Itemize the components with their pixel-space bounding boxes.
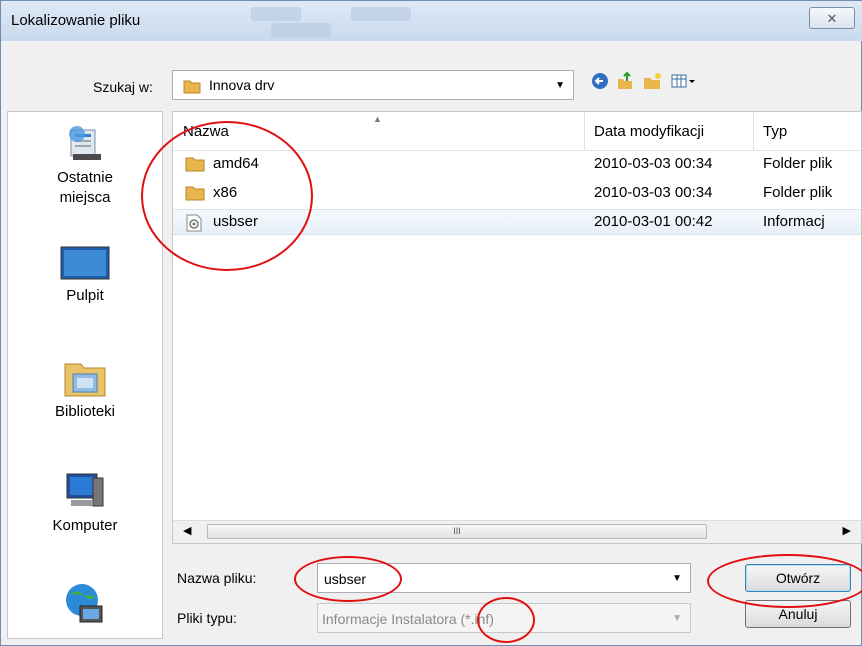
up-folder-button[interactable] — [614, 71, 636, 95]
open-file-dialog: Lokalizowanie pliku ✕ Szukaj w: Innova d… — [0, 0, 862, 646]
folder-icon — [185, 186, 205, 201]
filename-combo[interactable]: usbser ▼ — [317, 563, 691, 593]
place-computer[interactable]: Komputer — [8, 470, 162, 536]
cancel-button[interactable]: Anuluj — [745, 600, 851, 628]
horizontal-scrollbar[interactable]: ◀ III ▶ — [173, 520, 861, 543]
view-menu-button[interactable] — [669, 71, 699, 95]
file-date: 2010-03-01 00:42 — [594, 213, 713, 230]
background-ghost — [351, 7, 411, 21]
place-network[interactable] — [8, 582, 162, 630]
look-in-combo[interactable]: Innova drv ▼ — [172, 70, 574, 100]
dialog-title: Lokalizowanie pliku — [11, 12, 141, 29]
column-date[interactable]: Data modyfikacji — [594, 123, 704, 140]
background-ghost — [271, 23, 331, 37]
open-button[interactable]: Otwórz — [745, 564, 851, 592]
folder-icon — [185, 157, 205, 172]
file-name: amd64 — [213, 155, 259, 172]
file-row[interactable]: amd64 2010-03-03 00:34 Folder plik — [173, 152, 861, 176]
filetype-combo[interactable]: Informacje Instalatora (*.inf) ▼ — [317, 603, 691, 633]
file-list-header: ▲ Nazwa Data modyfikacji Typ — [173, 112, 861, 151]
libraries-icon — [64, 363, 106, 397]
file-type: Folder plik — [763, 184, 833, 201]
file-type: Folder plik — [763, 155, 833, 172]
up-folder-icon — [618, 71, 632, 89]
filetype-value: Informacje Instalatora (*.inf) — [322, 611, 494, 627]
file-date: 2010-03-03 00:34 — [594, 184, 713, 201]
look-in-value: Innova drv — [209, 77, 275, 93]
filename-value: usbser — [324, 571, 367, 587]
place-desktop[interactable]: Pulpit — [8, 246, 162, 306]
file-type: Informacj — [763, 213, 825, 230]
scroll-thumb[interactable]: III — [207, 524, 707, 539]
place-recent[interactable]: Ostatnie miejsca — [8, 124, 162, 208]
place-recent-label-1: Ostatnie — [57, 169, 113, 186]
back-button[interactable] — [589, 71, 611, 95]
desktop-icon — [60, 246, 110, 280]
column-name[interactable]: Nazwa — [183, 123, 229, 140]
close-button[interactable]: ✕ — [809, 7, 855, 29]
filename-label: Nazwa pliku: — [177, 570, 257, 586]
place-desktop-label: Pulpit — [66, 287, 104, 304]
chevron-down-icon[interactable]: ▼ — [672, 573, 682, 584]
place-libraries-label: Biblioteki — [54, 403, 116, 420]
inf-file-icon — [186, 214, 202, 232]
place-recent-label-2: miejsca — [59, 189, 111, 206]
scroll-right-icon[interactable]: ▶ — [843, 524, 851, 537]
file-date: 2010-03-03 00:34 — [594, 155, 713, 172]
file-name: x86 — [213, 184, 238, 201]
computer-icon — [66, 473, 104, 507]
new-folder-button[interactable] — [641, 71, 663, 95]
chevron-down-icon: ▼ — [555, 80, 565, 91]
network-icon — [66, 584, 103, 623]
place-computer-label: Komputer — [52, 517, 118, 534]
column-divider[interactable] — [584, 112, 585, 150]
folder-icon — [183, 80, 201, 94]
place-libraries[interactable]: Biblioteki — [8, 358, 162, 422]
places-bar: Ostatnie miejsca Pulpit Biblioteki Kompu… — [7, 111, 163, 639]
back-icon — [592, 73, 608, 89]
column-divider[interactable] — [753, 112, 754, 150]
close-icon: ✕ — [826, 11, 838, 26]
scroll-grip: III — [453, 526, 461, 536]
recent-places-icon — [69, 126, 101, 160]
background-ghost — [251, 7, 301, 21]
file-row[interactable]: x86 2010-03-03 00:34 Folder plik — [173, 181, 861, 205]
file-list[interactable]: ▲ Nazwa Data modyfikacji Typ amd64 2010-… — [172, 111, 862, 544]
scroll-left-icon[interactable]: ◀ — [183, 524, 191, 537]
sort-ascending-icon: ▲ — [373, 114, 382, 124]
file-name: usbser — [213, 213, 259, 230]
column-type[interactable]: Typ — [763, 123, 787, 140]
chevron-down-icon: ▼ — [672, 613, 682, 624]
view-menu-icon — [671, 74, 695, 88]
look-in-label: Szukaj w: — [93, 79, 153, 95]
file-row-selected[interactable]: usbser 2010-03-01 00:42 Informacj — [173, 209, 861, 235]
filetype-label: Pliki typu: — [177, 610, 237, 626]
new-folder-icon — [644, 73, 661, 89]
title-bar: Lokalizowanie pliku ✕ — [1, 1, 862, 41]
